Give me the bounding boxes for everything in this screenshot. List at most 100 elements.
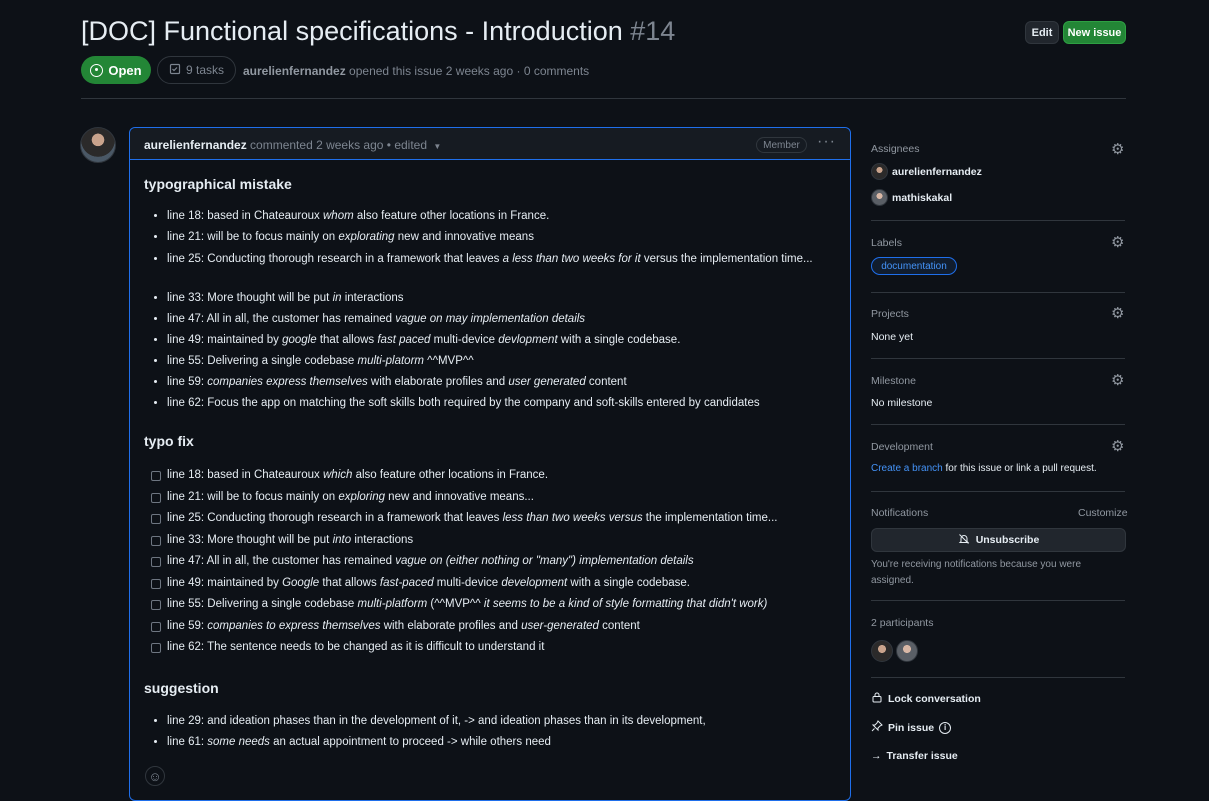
item-text: line 18: based in Chateauroux which also… <box>167 469 548 481</box>
unsubscribe-label: Unsubscribe <box>975 534 1040 546</box>
divider <box>871 292 1125 293</box>
gear-icon[interactable]: ⚙ <box>1111 233 1124 251</box>
item-segment: line 62: Focus the app on matching the s… <box>167 397 760 409</box>
gear-icon[interactable]: ⚙ <box>1111 437 1124 455</box>
list-item: line 59: companies express themselves wi… <box>167 374 813 395</box>
task-checkbox[interactable] <box>151 578 161 589</box>
kebab-menu-icon[interactable]: ··· <box>817 133 836 151</box>
task-checkbox[interactable] <box>151 600 161 610</box>
issue-author[interactable]: aurelienfernandez <box>243 64 346 78</box>
item-segment: line 21: will be to focus mainly on <box>167 490 339 503</box>
task-item: line 33: More thought will be put into i… <box>151 534 777 556</box>
list-item: line 49: maintained by google that allow… <box>167 332 813 353</box>
item-segment: line 55: Delivering a single codebase <box>167 355 358 367</box>
divider <box>871 491 1125 492</box>
notifications-label: Notifications <box>871 507 929 519</box>
customize-link[interactable]: Customize <box>1078 507 1128 519</box>
list-item: line 55: Delivering a single codebase mu… <box>167 353 813 374</box>
item-segment: with a single codebase. <box>557 334 681 346</box>
item-segment: line 61: <box>167 736 208 748</box>
status-text: Open <box>108 62 142 78</box>
item-text: line 33: More thought will be put in int… <box>167 292 404 304</box>
pin-icon <box>871 720 883 735</box>
item-text: line 62: The sentence needs to be change… <box>167 641 544 653</box>
issue-title-text: [DOC] Functional specifications - Introd… <box>81 16 623 46</box>
unsubscribe-button[interactable]: Unsubscribe <box>871 528 1126 552</box>
item-segment: line 25: Conducting thorough research in… <box>167 253 503 265</box>
task-checkbox[interactable] <box>151 557 161 567</box>
issue-opened-text: opened this issue 2 weeks ago · 0 commen… <box>349 64 590 78</box>
comment-header: aurelienfernandez commented 2 weeks ago … <box>130 128 850 160</box>
gear-icon[interactable]: ⚙ <box>1111 304 1124 322</box>
lock-icon <box>871 691 883 706</box>
task-checkbox[interactable] <box>151 514 161 524</box>
item-text: line 25: Conducting thorough research in… <box>167 512 777 524</box>
tasks-badge[interactable]: 9 tasks <box>157 56 236 84</box>
item-segment: with elaborate profiles and <box>367 376 509 388</box>
task-item: line 18: based in Chateauroux which also… <box>151 469 777 491</box>
emphasis-text: some needs <box>207 736 270 748</box>
item-segment: line 55: Delivering a single codebase <box>167 598 358 610</box>
item-segment: interactions <box>351 533 414 546</box>
item-segment: interactions <box>341 292 404 304</box>
info-icon[interactable]: i <box>939 721 952 734</box>
transfer-label: Transfer issue <box>886 750 958 762</box>
avatar[interactable] <box>896 640 918 662</box>
item-segment: also feature other locations in France. <box>353 210 550 222</box>
emphasis-text: multi-platform <box>357 598 428 610</box>
add-reaction-smiley-icon[interactable]: ☺ <box>145 766 165 786</box>
task-item: line 55: Delivering a single codebase mu… <box>151 598 777 620</box>
list-item: line 18: based in Chateauroux whom also … <box>167 208 813 229</box>
comment-time[interactable]: commented 2 weeks ago • edited <box>250 138 427 152</box>
item-segment: versus the implementation time... <box>640 253 813 265</box>
divider <box>871 424 1125 425</box>
comment-meta: aurelienfernandez commented 2 weeks ago … <box>144 138 441 152</box>
assignees-label: Assignees <box>871 143 920 155</box>
item-text: line 59: companies express themselves wi… <box>167 376 627 388</box>
emphasis-text: in <box>332 292 342 304</box>
item-text: line 49: maintained by google that allow… <box>167 334 680 346</box>
comment-author[interactable]: aurelienfernandez <box>144 138 247 152</box>
item-text: line 21: will be to focus mainly on expl… <box>167 231 534 243</box>
divider <box>871 358 1125 359</box>
assignee-item[interactable]: mathiskakal <box>871 189 952 206</box>
task-checkbox[interactable] <box>151 492 161 503</box>
new-issue-button[interactable]: New issue <box>1063 21 1126 44</box>
pin-issue-button[interactable]: Pin issue i <box>871 720 952 735</box>
development-text: Create a branch for this issue or link a… <box>871 463 1097 474</box>
assignee-item[interactable]: aurelienfernandez <box>871 163 982 180</box>
task-item: line 62: The sentence needs to be change… <box>151 641 777 663</box>
list-item: line 61: some needs an actual appointmen… <box>167 734 706 755</box>
create-branch-link[interactable]: Create a branch <box>871 463 943 474</box>
chevron-down-icon[interactable]: ▼ <box>433 142 441 151</box>
avatar[interactable] <box>80 127 116 163</box>
gear-icon[interactable]: ⚙ <box>1111 371 1124 389</box>
lock-conversation-button[interactable]: Lock conversation <box>871 691 981 706</box>
avatar <box>871 163 888 180</box>
task-checkbox[interactable] <box>151 643 161 653</box>
projects-value: None yet <box>871 331 914 343</box>
assignee-name: mathiskakal <box>892 191 953 204</box>
transfer-issue-button[interactable]: → Transfer issue <box>871 750 958 762</box>
emphasis-text: a less than two weeks for it <box>502 253 641 265</box>
edit-button[interactable]: Edit <box>1025 21 1059 44</box>
emphasis-text: user generated <box>508 376 586 388</box>
label-documentation[interactable]: documentation <box>871 257 957 275</box>
task-item: line 59: companies to express themselves… <box>151 620 777 642</box>
notifications-note: You're receiving notifications because y… <box>871 559 1081 586</box>
task-checkbox[interactable] <box>151 471 161 481</box>
item-segment: content <box>598 619 640 632</box>
avatar[interactable] <box>871 640 893 662</box>
item-text: line 29: and ideation phases than in the… <box>167 715 706 727</box>
list-item: line 62: Focus the app on matching the s… <box>167 395 813 416</box>
item-segment: with a single codebase. <box>567 576 690 589</box>
gear-icon[interactable]: ⚙ <box>1111 140 1124 158</box>
emphasis-text: companies express themselves <box>207 376 368 388</box>
item-segment: ^^MVP^^ <box>423 355 474 367</box>
emphasis-text: fast-paced <box>379 576 434 589</box>
task-checkbox[interactable] <box>151 535 161 546</box>
task-checkbox[interactable] <box>151 621 161 632</box>
emphasis-text: vague on may implementation details <box>395 313 586 325</box>
item-segment: line 21: will be to focus mainly on <box>167 231 339 243</box>
item-text: line 18: based in Chateauroux whom also … <box>167 210 549 222</box>
